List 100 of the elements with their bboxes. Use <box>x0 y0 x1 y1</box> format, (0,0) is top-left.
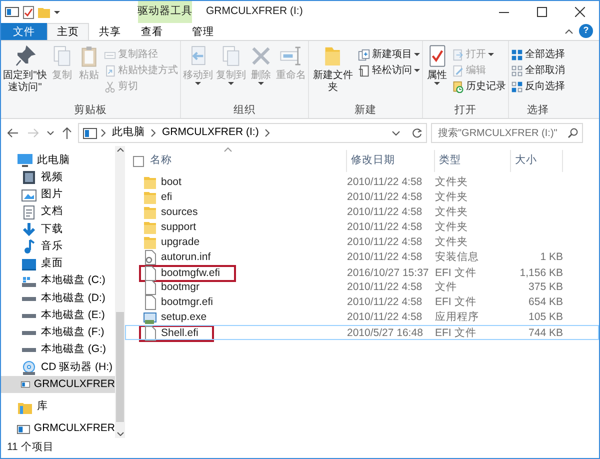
file-type: 安装信息 <box>435 250 480 265</box>
cd-drive-icon <box>21 360 37 375</box>
window-title: GRMCULXFRER (I:) <box>206 4 303 20</box>
group-label: 新建 <box>354 103 378 118</box>
column-header[interactable]: 名称 <box>150 153 172 169</box>
nav-item[interactable]: 文档 <box>1 204 115 221</box>
file-name[interactable]: Shell.efi <box>161 326 198 342</box>
rename-icon <box>279 44 303 68</box>
up-button[interactable] <box>60 127 74 139</box>
file-name[interactable]: autorun.inf <box>161 250 211 266</box>
scrollbar[interactable] <box>115 146 125 438</box>
ribbon-button[interactable]: 属性 <box>424 43 450 103</box>
file-size: 1 KB <box>539 250 563 265</box>
file-name[interactable]: efi <box>161 190 172 206</box>
nav-item[interactable]: 本地磁盘 (C:) <box>1 272 115 290</box>
address-field[interactable]: 此电脑 GRMCULXFRER (I:) <box>78 123 427 143</box>
caret-icon <box>54 10 60 14</box>
nav-item[interactable]: 本地磁盘 (F:) <box>1 324 115 342</box>
nav-item[interactable]: 图片 <box>1 186 115 204</box>
sort-caret-icon <box>224 147 232 152</box>
invert-selection-icon <box>511 80 523 92</box>
document-icon <box>143 280 157 296</box>
file-name[interactable]: bootmgr <box>161 280 200 296</box>
document-icon <box>143 326 157 341</box>
folder-icon <box>143 175 157 190</box>
ribbon-tab[interactable]: 共享 <box>89 23 131 40</box>
column-header[interactable]: 修改日期 <box>347 150 435 172</box>
shortcut-icon <box>104 64 116 76</box>
close-icon <box>575 7 585 17</box>
ribbon-tab[interactable]: 主页 <box>47 23 89 40</box>
nav-item[interactable]: GRMCULXFRER <box>1 420 115 438</box>
back-arrow-icon <box>7 128 19 138</box>
contextual-tab-label: 驱动器工具 <box>138 1 192 23</box>
breadcrumb-item[interactable]: GRMCULXFRER (I:) <box>160 125 261 141</box>
ribbon-button[interactable]: 历史记录 <box>451 79 507 94</box>
computer-icon <box>17 153 33 168</box>
drive-icon <box>83 128 97 138</box>
file-size: 375 KB <box>528 280 563 295</box>
file-size: 105 KB <box>528 310 563 325</box>
nav-item[interactable]: 本地磁盘 (G:) <box>1 342 115 359</box>
modified-date: 2010/11/22 4:58 <box>347 250 424 265</box>
file-name[interactable]: setup.exe <box>161 310 207 326</box>
nav-item[interactable]: 库 <box>1 398 115 416</box>
file-name[interactable]: upgrade <box>161 235 200 251</box>
ribbon-button[interactable]: 固定到"快速访问" <box>2 43 48 103</box>
ribbon-tab[interactable]: 文件 <box>1 23 47 40</box>
document-icon <box>21 204 37 220</box>
nav-item[interactable]: 桌面 <box>1 256 115 272</box>
nav-item[interactable]: CD 驱动器 (H:) <box>1 359 115 376</box>
column-header[interactable]: 类型 <box>435 150 511 172</box>
folder-icon <box>143 190 157 206</box>
properties-icon <box>23 6 34 18</box>
modified-date: 2010/5/27 16:48 <box>347 326 424 341</box>
breadcrumb-item[interactable]: 此电脑 <box>110 125 147 141</box>
nav-item[interactable]: 音乐 <box>1 238 115 256</box>
nav-item[interactable]: 此电脑 <box>1 152 115 169</box>
up-arrow-icon <box>62 127 72 139</box>
search-field[interactable]: 搜索"GRMCULXFRER (I:)" <box>431 123 583 143</box>
document-icon <box>143 266 157 281</box>
scroll-up-icon <box>116 148 124 152</box>
ribbon-tab[interactable]: 查看 <box>131 23 173 40</box>
picture-icon <box>21 188 37 202</box>
search-icon <box>568 128 578 138</box>
group-label: 打开 <box>454 103 478 118</box>
nav-item[interactable]: 本地磁盘 (E:) <box>1 307 115 324</box>
chevron-icon <box>101 129 106 137</box>
edit-icon <box>452 64 464 76</box>
select-all-checkbox[interactable] <box>133 156 144 166</box>
folder-icon <box>38 6 50 18</box>
file-row[interactable]: Shell.efi 2010/5/27 16:48 EFI 文件 744 KB <box>125 325 599 340</box>
recent-locations-button[interactable] <box>45 131 56 135</box>
select-none-icon <box>511 64 523 76</box>
help-button[interactable]: ? <box>579 24 593 38</box>
ribbon-button[interactable]: 新建文件夹 <box>310 43 356 103</box>
nav-item[interactable]: 本地磁盘 (D:) <box>1 290 115 307</box>
file-name[interactable]: bootmgr.efi <box>161 295 213 311</box>
ribbon-button[interactable]: 轻松访问 <box>357 63 421 78</box>
modified-date: 2010/11/22 4:58 <box>347 190 424 205</box>
ribbon-button[interactable]: 全部选择 <box>510 47 566 62</box>
nav-item[interactable]: 视频 <box>1 169 115 186</box>
ribbon-button[interactable]: 反向选择 <box>510 79 566 94</box>
modified-date: 2010/11/22 4:58 <box>347 280 424 295</box>
column-header[interactable]: 大小 <box>511 150 563 172</box>
nav-item[interactable]: 下载 <box>1 221 115 238</box>
desktop-icon <box>21 256 37 272</box>
select-all-icon <box>511 48 523 60</box>
ribbon-button[interactable]: 新建项目 <box>357 47 421 62</box>
ribbon-tab[interactable]: 管理 <box>177 23 229 40</box>
folder-icon <box>143 220 157 236</box>
ribbon-button[interactable]: 全部取消 <box>510 63 566 78</box>
file-name[interactable]: boot <box>161 175 182 191</box>
file-name[interactable]: support <box>161 220 196 236</box>
scrollbar-thumb[interactable] <box>116 312 124 422</box>
scroll-down-icon <box>116 432 124 436</box>
file-name[interactable]: bootmgfw.efi <box>161 266 220 282</box>
file-name[interactable]: sources <box>161 205 198 221</box>
settings-file-icon <box>143 250 157 266</box>
back-button[interactable] <box>5 128 21 138</box>
file-type: 文件夹 <box>435 190 469 205</box>
nav-item[interactable]: GRMCULXFRER <box>1 376 115 394</box>
